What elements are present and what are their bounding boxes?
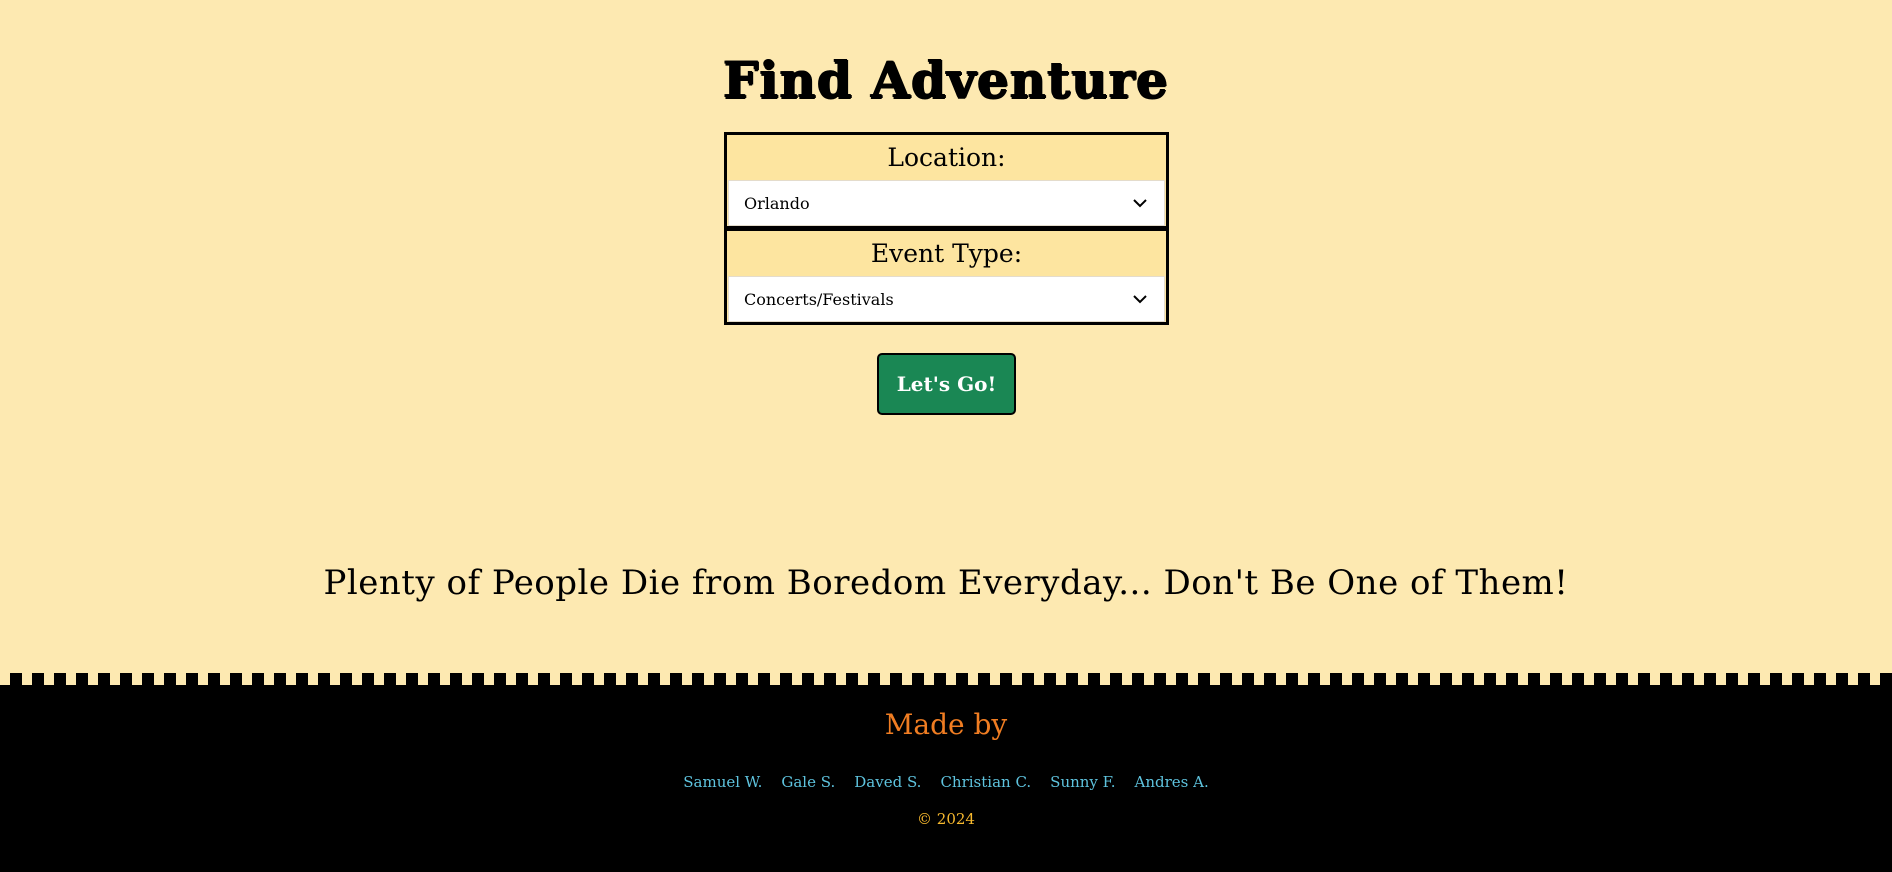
credit-name[interactable]: Samuel W.: [683, 773, 762, 791]
lets-go-button[interactable]: Let's Go!: [877, 353, 1016, 415]
search-form: Location: Orlando Event Type: Concerts/F…: [724, 132, 1169, 325]
location-label: Location:: [887, 143, 1006, 172]
copyright: © 2024: [917, 810, 975, 828]
location-select[interactable]: Orlando: [728, 180, 1165, 226]
footer: Made by Samuel W. Gale S. Daved S. Chris…: [0, 673, 1892, 872]
page-title: Find Adventure: [723, 50, 1169, 109]
made-by-heading: Made by: [884, 708, 1008, 741]
credit-name[interactable]: Gale S.: [781, 773, 835, 791]
credit-name[interactable]: Andres A.: [1135, 773, 1209, 791]
tagline: Plenty of People Die from Boredom Everyd…: [323, 563, 1569, 603]
event-type-select[interactable]: Concerts/Festivals: [728, 276, 1165, 322]
credit-name[interactable]: Sunny F.: [1050, 773, 1115, 791]
credit-name[interactable]: Daved S.: [854, 773, 921, 791]
event-type-select-value: Concerts/Festivals: [744, 289, 894, 309]
credit-name[interactable]: Christian C.: [940, 773, 1031, 791]
chevron-down-icon: [1132, 291, 1148, 307]
event-type-label: Event Type:: [870, 239, 1023, 268]
footer-border-decoration: [0, 673, 1892, 685]
credits-list: Samuel W. Gale S. Daved S. Christian C. …: [0, 773, 1892, 791]
location-select-value: Orlando: [744, 193, 810, 213]
location-group: Location: Orlando: [727, 135, 1166, 226]
chevron-down-icon: [1132, 195, 1148, 211]
event-type-group: Event Type: Concerts/Festivals: [727, 231, 1166, 322]
